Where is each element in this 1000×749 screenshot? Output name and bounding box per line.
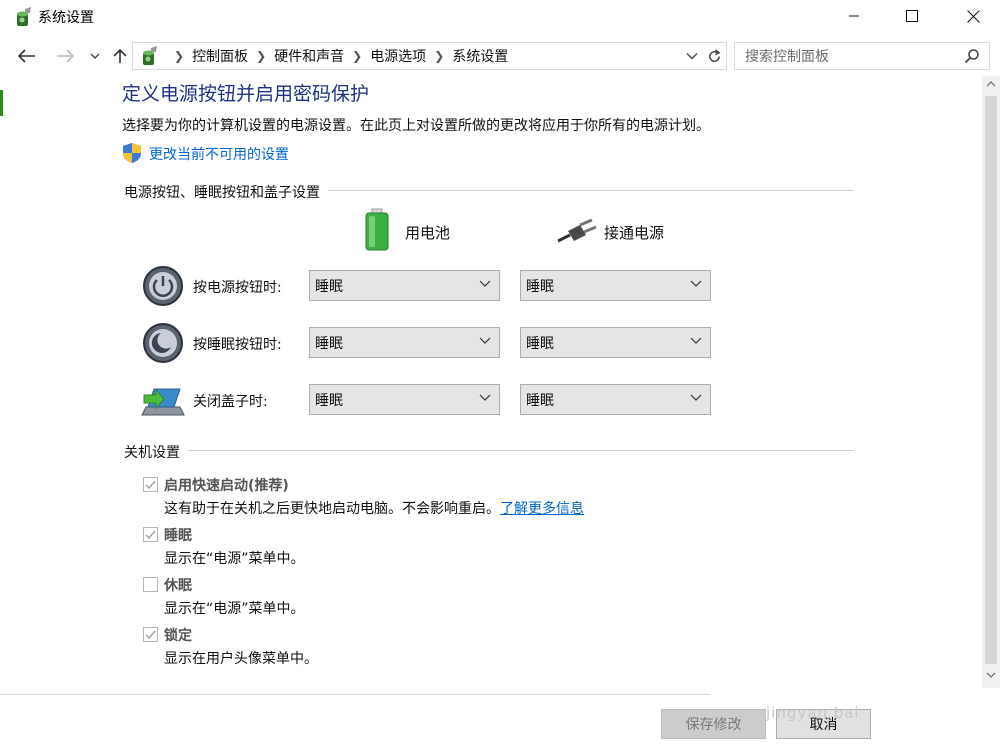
battery-column-header: 用电池 bbox=[405, 224, 451, 242]
back-arrow-icon bbox=[18, 49, 35, 63]
breadcrumb-power-options[interactable]: 电源选项 bbox=[370, 46, 426, 66]
chevron-down-icon bbox=[479, 394, 491, 401]
chevron-down-icon bbox=[90, 53, 100, 59]
power-button-plugged-select[interactable]: 睡眠 bbox=[520, 270, 711, 301]
up-arrow-icon bbox=[113, 48, 127, 63]
chevron-down-icon bbox=[690, 337, 702, 344]
chevron-down-icon bbox=[690, 280, 702, 287]
fast-startup-description: 这有助于在关机之后更快地启动电脑。不会影响重启。了解更多信息 bbox=[164, 498, 584, 518]
breadcrumb-control-panel[interactable]: 控制面板 bbox=[192, 46, 248, 66]
scrollbar-thumb[interactable] bbox=[985, 96, 997, 664]
sleep-checkbox[interactable] bbox=[143, 527, 158, 542]
save-changes-button[interactable]: 保存修改 bbox=[661, 709, 766, 739]
chevron-down-icon bbox=[690, 394, 702, 401]
back-button[interactable] bbox=[14, 44, 40, 68]
footer-divider bbox=[0, 694, 710, 695]
close-lid-label: 关闭盖子时: bbox=[193, 394, 268, 410]
refresh-icon bbox=[708, 48, 721, 62]
window-title: 系统设置 bbox=[38, 10, 94, 26]
plugged-in-column-header: 接通电源 bbox=[604, 224, 665, 242]
select-value: 睡眠 bbox=[315, 392, 343, 409]
select-value: 睡眠 bbox=[526, 392, 554, 409]
checkmark-icon bbox=[145, 630, 156, 640]
sleep-option-label: 睡眠 bbox=[164, 528, 192, 544]
lock-checkbox[interactable] bbox=[143, 627, 158, 642]
shutdown-section-label: 关机设置 bbox=[124, 442, 188, 462]
chevron-down-icon bbox=[479, 280, 491, 287]
maximize-icon bbox=[906, 10, 918, 22]
minimize-icon bbox=[849, 15, 859, 17]
breadcrumb-system-settings[interactable]: 系统设置 bbox=[452, 46, 508, 66]
chevron-down-icon bbox=[479, 337, 491, 344]
watermark: jingyan bai bbox=[766, 704, 860, 722]
battery-icon bbox=[365, 208, 389, 251]
close-lid-battery-select[interactable]: 睡眠 bbox=[309, 384, 500, 415]
power-buttons-section-label: 电源按钮、睡眠按钮和盖子设置 bbox=[124, 182, 328, 202]
fast-startup-checkbox[interactable] bbox=[143, 477, 158, 492]
power-plug-icon bbox=[557, 218, 597, 243]
laptop-lid-icon bbox=[141, 388, 185, 416]
select-value: 睡眠 bbox=[526, 278, 554, 295]
search-icon[interactable] bbox=[964, 48, 980, 64]
hibernate-checkbox[interactable] bbox=[143, 577, 158, 592]
control-panel-icon bbox=[143, 46, 157, 65]
close-window-button[interactable] bbox=[950, 0, 996, 32]
sleep-option-description: 显示在“电源”菜单中。 bbox=[164, 551, 305, 567]
breadcrumb: ❯ 控制面板 ❯ 硬件和声音 ❯ 电源选项 ❯ 系统设置 bbox=[138, 44, 508, 68]
power-button-battery-select[interactable]: 睡眠 bbox=[309, 270, 500, 301]
uac-shield-icon bbox=[123, 143, 141, 163]
power-button-icon bbox=[143, 266, 183, 306]
fast-startup-label: 启用快速启动(推荐) bbox=[164, 478, 289, 494]
search-box[interactable] bbox=[734, 42, 990, 70]
fast-startup-desc-text: 这有助于在关机之后更快地启动电脑。不会影响重启。 bbox=[164, 501, 500, 517]
forward-arrow-icon bbox=[57, 49, 74, 63]
power-button-label: 按电源按钮时: bbox=[193, 280, 282, 296]
checkmark-icon bbox=[145, 530, 156, 540]
breadcrumb-separator-icon[interactable]: ❯ bbox=[174, 49, 184, 63]
minimize-button[interactable] bbox=[831, 0, 877, 32]
select-value: 睡眠 bbox=[315, 335, 343, 352]
sleep-button-plugged-select[interactable]: 睡眠 bbox=[520, 327, 711, 358]
chevron-down-icon bbox=[686, 53, 698, 60]
breadcrumb-hardware-sound[interactable]: 硬件和声音 bbox=[274, 46, 344, 66]
search-input[interactable] bbox=[743, 46, 957, 68]
page-description: 选择要为你的计算机设置的电源设置。在此页上对设置所做的更改将应用于你所有的电源计… bbox=[122, 118, 710, 134]
checkmark-icon bbox=[145, 480, 156, 490]
sleep-button-battery-select[interactable]: 睡眠 bbox=[309, 327, 500, 358]
lock-option-description: 显示在用户头像菜单中。 bbox=[164, 651, 318, 667]
recent-locations-button[interactable] bbox=[86, 44, 104, 68]
breadcrumb-separator-icon[interactable]: ❯ bbox=[256, 49, 266, 63]
left-edge-strip bbox=[0, 90, 3, 116]
section-divider bbox=[124, 450, 854, 451]
change-unavailable-settings-link[interactable]: 更改当前不可用的设置 bbox=[149, 144, 289, 164]
scroll-up-arrow-icon[interactable] bbox=[986, 80, 996, 88]
select-value: 睡眠 bbox=[526, 335, 554, 352]
hibernate-option-label: 休眠 bbox=[164, 578, 192, 594]
page-title: 定义电源按钮并启用密码保护 bbox=[122, 83, 370, 105]
close-lid-plugged-select[interactable]: 睡眠 bbox=[520, 384, 711, 415]
up-button[interactable] bbox=[108, 44, 132, 68]
close-icon bbox=[966, 9, 980, 23]
lock-option-label: 锁定 bbox=[164, 628, 192, 644]
breadcrumb-separator-icon[interactable]: ❯ bbox=[434, 49, 444, 63]
select-value: 睡眠 bbox=[315, 278, 343, 295]
hibernate-option-description: 显示在“电源”菜单中。 bbox=[164, 601, 305, 617]
learn-more-link[interactable]: 了解更多信息 bbox=[500, 501, 584, 517]
scroll-down-arrow-icon[interactable] bbox=[986, 671, 996, 679]
breadcrumb-separator-icon[interactable]: ❯ bbox=[352, 49, 362, 63]
address-dropdown-button[interactable] bbox=[683, 44, 701, 68]
sleep-button-label: 按睡眠按钮时: bbox=[193, 337, 282, 353]
control-panel-app-icon bbox=[17, 7, 31, 26]
refresh-button[interactable] bbox=[703, 44, 725, 68]
forward-button[interactable] bbox=[52, 44, 78, 68]
maximize-button[interactable] bbox=[889, 0, 935, 32]
sleep-button-icon bbox=[143, 323, 183, 363]
